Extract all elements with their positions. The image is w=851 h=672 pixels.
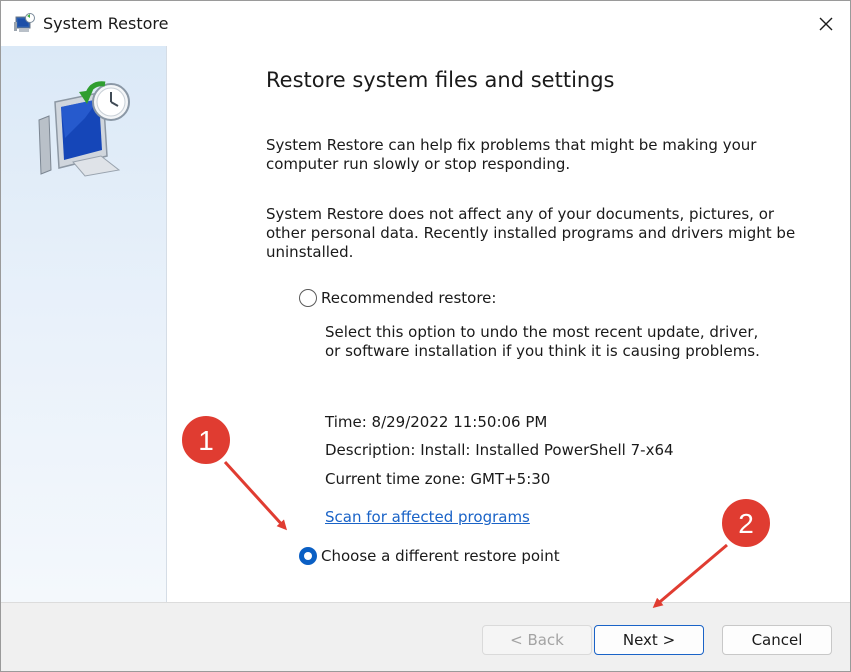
close-icon <box>819 17 833 30</box>
system-restore-window: System Restore Restore system files and … <box>0 0 851 672</box>
button-bar: < Back Next > Cancel <box>1 602 850 671</box>
main-content: Restore system files and settings System… <box>166 46 850 602</box>
cancel-button[interactable]: Cancel <box>722 625 832 655</box>
recommended-restore-label: Recommended restore: <box>321 289 497 307</box>
restore-time: Time: 8/29/2022 11:50:06 PM <box>325 413 548 431</box>
recommended-restore-option[interactable]: Recommended restore: <box>299 289 496 307</box>
close-button[interactable] <box>802 1 850 46</box>
next-button[interactable]: Next > <box>594 625 704 655</box>
back-button[interactable]: < Back <box>482 625 592 655</box>
recommended-description-line2: or software installation if you think it… <box>325 342 760 360</box>
title-bar: System Restore <box>1 1 850 46</box>
data-notice-paragraph: System Restore does not affect any of yo… <box>266 205 796 261</box>
scan-affected-programs-link[interactable]: Scan for affected programs <box>325 508 530 526</box>
restore-timezone: Current time zone: GMT+5:30 <box>325 470 551 488</box>
different-restore-point-option[interactable]: Choose a different restore point <box>299 547 560 565</box>
system-restore-illustration <box>38 81 130 177</box>
system-restore-icon <box>14 13 35 32</box>
recommended-restore-radio[interactable] <box>299 289 317 307</box>
restore-description: Description: Install: Installed PowerShe… <box>325 441 674 459</box>
recommended-description-line1: Select this option to undo the most rece… <box>325 323 759 341</box>
different-restore-point-radio[interactable] <box>299 547 317 565</box>
window-title: System Restore <box>43 14 169 33</box>
different-restore-point-label: Choose a different restore point <box>321 547 560 565</box>
page-title: Restore system files and settings <box>266 68 615 92</box>
intro-paragraph: System Restore can help fix problems tha… <box>266 136 757 173</box>
sidebar-panel <box>1 46 167 602</box>
